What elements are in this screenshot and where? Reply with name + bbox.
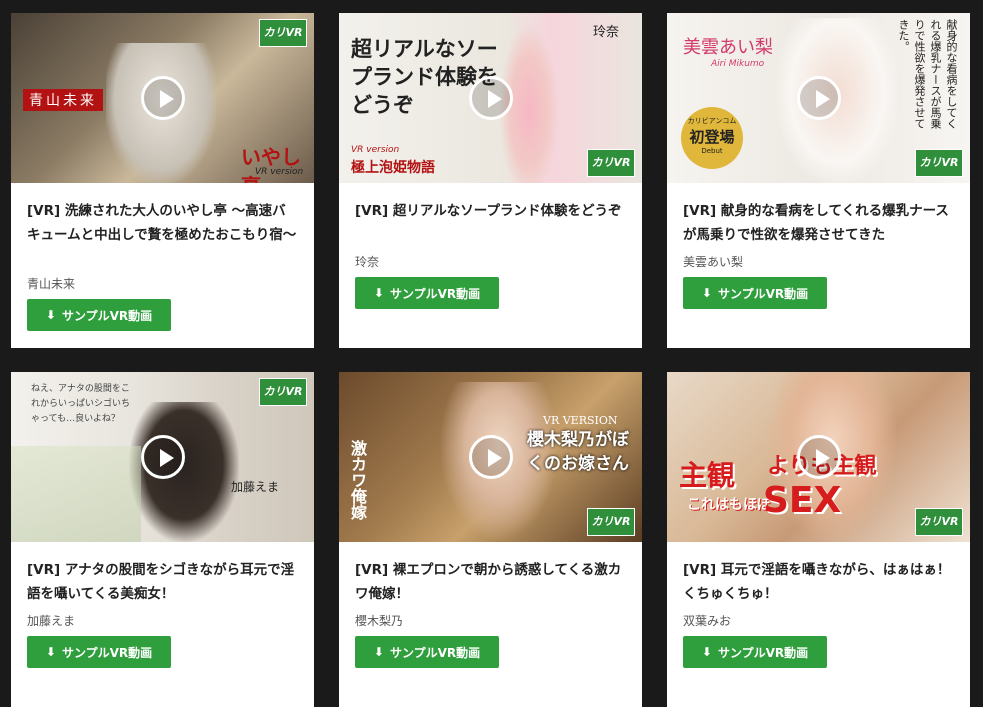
vertical-text: 献身的な看病をしてくれる爆乳ナースが馬乗りで性欲を爆発させてきた。 <box>897 19 958 129</box>
video-title[interactable]: [VR] 洗練された大人のいやし亭 ～高速バキュームと中出しで贅を極めたおこもり… <box>27 199 299 247</box>
sample-vr-button[interactable]: ⬇ サンプルVR動画 <box>683 277 827 309</box>
version-text: VR version <box>351 145 400 155</box>
video-card: 美雲あい梨 Airi Mikumo カリビアンコム 初登場 Debut 献身的な… <box>667 13 970 348</box>
badge-sub: Debut <box>701 147 723 155</box>
play-icon[interactable] <box>796 76 841 120</box>
small-text: これはもほぼ <box>687 497 771 513</box>
video-card: 超リアルなソープランド体験をどうぞ 玲奈 VR version 極上泡姫物語 カ… <box>339 13 642 348</box>
video-card: ねえ、アナタの股間をこれからいっぱいシゴいちゃっても…良いよね？ 加藤えま カリ… <box>11 372 314 707</box>
video-title[interactable]: [VR] 裸エプロンで朝から誘惑してくる激カワ俺嫁！ <box>355 558 627 606</box>
button-label: サンプルVR動画 <box>389 645 481 660</box>
sample-vr-button[interactable]: ⬇ サンプルVR動画 <box>355 277 499 309</box>
button-label: サンプルVR動画 <box>61 308 153 323</box>
download-icon: ⬇ <box>45 308 56 322</box>
video-card: 青山未来 いやし亭 VR version カリVR [VR] 洗練された大人のい… <box>11 13 314 348</box>
speech-text: ねえ、アナタの股間をこれからいっぱいシゴいちゃっても…良いよね？ <box>31 384 131 424</box>
sample-vr-button[interactable]: ⬇ サンプルVR動画 <box>27 299 171 331</box>
sample-vr-button[interactable]: ⬇ サンプルVR動画 <box>683 636 827 668</box>
download-icon: ⬇ <box>373 286 384 300</box>
actress-name[interactable]: 玲奈 <box>355 253 379 270</box>
video-title[interactable]: [VR] 献身的な看病をしてくれる爆乳ナースが馬乗りで性欲を爆発させてきた <box>683 199 955 247</box>
actress-name[interactable]: 加藤えま <box>27 612 75 629</box>
series-text: 極上泡姫物語 <box>351 160 435 176</box>
actress-name[interactable]: 美雲あい梨 <box>683 253 743 270</box>
download-icon: ⬇ <box>373 645 384 659</box>
video-grid: 青山未来 いやし亭 VR version カリVR [VR] 洗練された大人のい… <box>0 0 983 707</box>
vr-badge: カリVR <box>915 149 963 177</box>
play-icon[interactable] <box>796 435 841 479</box>
actress-name[interactable]: 双葉みお <box>683 612 731 629</box>
actress-name-overlay: 美雲あい梨 <box>683 37 773 58</box>
video-title[interactable]: [VR] アナタの股間をシゴきながら耳元で淫語を囁いてくる美痴女！ <box>27 558 299 606</box>
button-label: サンプルVR動画 <box>717 645 809 660</box>
video-thumbnail[interactable]: 青山未来 いやし亭 VR version カリVR <box>11 13 314 183</box>
video-thumbnail[interactable]: ねえ、アナタの股間をこれからいっぱいシゴいちゃっても…良いよね？ 加藤えま カリ… <box>11 372 314 542</box>
play-icon[interactable] <box>140 76 185 120</box>
sample-vr-button[interactable]: ⬇ サンプルVR動画 <box>355 636 499 668</box>
video-card: 激カワ俺嫁 VR VERSION 櫻木梨乃がぼくのお嫁さん カリVR [VR] … <box>339 372 642 707</box>
vr-badge: カリVR <box>259 378 307 406</box>
badge-main: 初登場 <box>689 128 735 146</box>
video-title[interactable]: [VR] 耳元で淫語を囁きながら、はぁはぁ！くちゅくちゅ！ <box>683 558 955 606</box>
debut-badge: カリビアンコム 初登場 Debut <box>681 107 743 169</box>
video-card: 主観 よりも主観 これはもほぼ SEX カリVR [VR] 耳元で淫語を囁きなが… <box>667 372 970 707</box>
video-thumbnail[interactable]: 美雲あい梨 Airi Mikumo カリビアンコム 初登場 Debut 献身的な… <box>667 13 970 183</box>
play-icon[interactable] <box>468 435 513 479</box>
play-icon[interactable] <box>468 76 513 120</box>
badge-top: カリビアンコム <box>687 117 737 125</box>
romaji-text: Airi Mikumo <box>711 59 765 69</box>
vr-badge: カリVR <box>587 149 635 177</box>
vr-badge: カリVR <box>587 508 635 536</box>
button-label: サンプルVR動画 <box>389 286 481 301</box>
actress-name-overlay: 加藤えま <box>231 480 280 494</box>
sex-text: SEX <box>763 480 842 521</box>
video-thumbnail[interactable]: 主観 よりも主観 これはもほぼ SEX カリVR <box>667 372 970 542</box>
sample-vr-button[interactable]: ⬇ サンプルVR動画 <box>27 636 171 668</box>
video-thumbnail[interactable]: 超リアルなソープランド体験をどうぞ 玲奈 VR version 極上泡姫物語 カ… <box>339 13 642 183</box>
vertical-text: 激カワ俺嫁 <box>348 440 367 520</box>
headline-overlay: 櫻木梨乃がぼくのお嫁さん <box>527 430 629 474</box>
vr-badge: カリVR <box>259 19 307 47</box>
version-text: VR VERSION <box>543 414 618 427</box>
version-text: VR version <box>255 167 304 177</box>
button-label: サンプルVR動画 <box>717 286 809 301</box>
download-icon: ⬇ <box>701 645 712 659</box>
vr-badge: カリVR <box>915 508 963 536</box>
actress-name-overlay: 玲奈 <box>593 25 620 40</box>
button-label: サンプルVR動画 <box>61 645 153 660</box>
play-icon[interactable] <box>140 435 185 479</box>
video-thumbnail[interactable]: 激カワ俺嫁 VR VERSION 櫻木梨乃がぼくのお嫁さん カリVR <box>339 372 642 542</box>
actress-name-overlay: 青山未来 <box>23 89 103 111</box>
actress-name[interactable]: 櫻木梨乃 <box>355 612 403 629</box>
video-title[interactable]: [VR] 超リアルなソープランド体験をどうぞ <box>355 199 627 223</box>
download-icon: ⬇ <box>45 645 56 659</box>
red-text: 主観 <box>679 459 736 492</box>
actress-name[interactable]: 青山未来 <box>27 275 75 292</box>
download-icon: ⬇ <box>701 286 712 300</box>
